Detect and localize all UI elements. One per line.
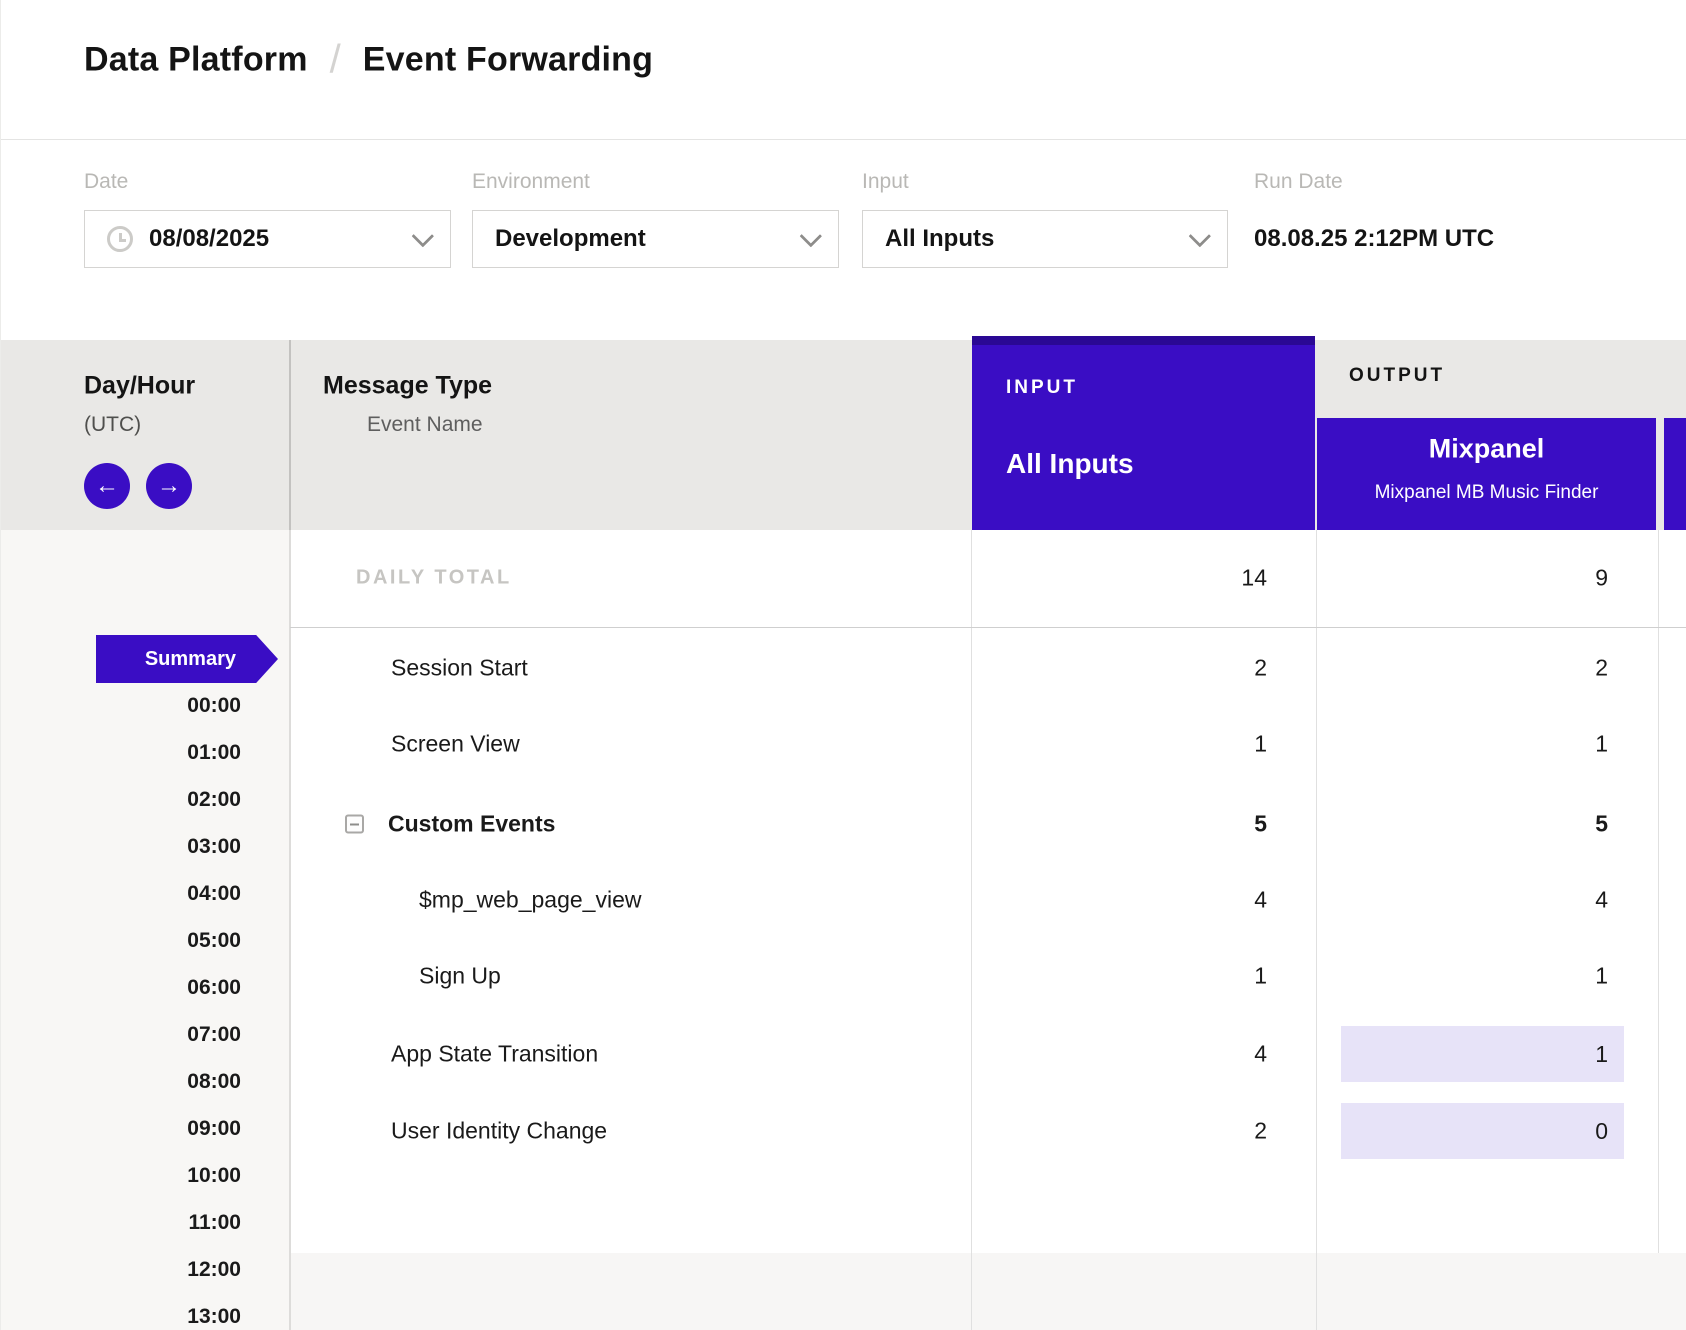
body-column-divider <box>1316 530 1317 1330</box>
summary-badge-label: Summary <box>145 648 236 671</box>
input-count-sign-up: 1 <box>972 963 1267 990</box>
header-column-divider <box>289 340 291 530</box>
output-count-session-start: 2 <box>1317 655 1608 682</box>
message-type-column-title: Message Type <box>323 372 492 401</box>
hour-row-05-00[interactable]: 05:00 <box>1 929 241 953</box>
body-column-divider <box>971 530 972 1330</box>
hour-row-09-00[interactable]: 09:00 <box>1 1117 241 1141</box>
hour-row-01-00[interactable]: 01:00 <box>1 741 241 765</box>
event-row-label-app-state-transition[interactable]: App State Transition <box>391 1041 598 1068</box>
event-row-label-user-identity-change[interactable]: User Identity Change <box>391 1118 607 1145</box>
clock-icon <box>107 226 133 252</box>
daily-total-divider <box>290 627 1686 628</box>
output-highlight-cell-app-state-transition[interactable]: 1 <box>1341 1026 1624 1082</box>
input-count-custom-events: 5 <box>972 811 1267 838</box>
output-section-kicker: OUTPUT <box>1349 365 1445 387</box>
event-row-label-sign-up[interactable]: Sign Up <box>419 963 501 990</box>
hour-row-08-00[interactable]: 08:00 <box>1 1070 241 1094</box>
hour-row-13-00[interactable]: 13:00 <box>1 1305 241 1329</box>
event-row-label-mp-web-page-view[interactable]: $mp_web_page_view <box>419 887 642 914</box>
hour-row-11-00[interactable]: 11:00 <box>1 1211 241 1235</box>
day-hour-column-title: Day/Hour <box>84 372 195 401</box>
next-day-button[interactable]: → <box>146 463 192 509</box>
output-column-subtitle: Mixpanel MB Music Finder <box>1317 482 1656 504</box>
input-count-screen-view: 1 <box>972 731 1267 758</box>
daily-total-label: DAILY TOTAL <box>356 567 512 590</box>
hour-row-10-00[interactable]: 10:00 <box>1 1164 241 1188</box>
chevron-down-icon <box>1189 225 1212 248</box>
output-column-name: Mixpanel <box>1317 434 1656 465</box>
output-count-custom-events: 5 <box>1317 811 1608 838</box>
hour-row-03-00[interactable]: 03:00 <box>1 835 241 859</box>
collapse-minus-checkbox[interactable] <box>345 815 364 834</box>
input-count-mp-web-page-view: 4 <box>972 887 1267 914</box>
daily-total-output-value: 9 <box>1317 565 1608 592</box>
hour-row-02-00[interactable]: 02:00 <box>1 788 241 812</box>
input-column-top-strip <box>972 336 1315 345</box>
breadcrumb: Data Platform / Event Forwarding <box>84 38 653 83</box>
breadcrumb-separator: / <box>330 38 341 83</box>
environment-filter-label: Environment <box>472 170 590 194</box>
input-count-session-start: 2 <box>972 655 1267 682</box>
output-column-header[interactable]: Mixpanel Mixpanel MB Music Finder <box>1317 418 1656 530</box>
body-column-divider <box>289 530 291 1330</box>
hour-row-07-00[interactable]: 07:00 <box>1 1023 241 1047</box>
event-row-label-custom-events[interactable]: Custom Events <box>388 811 555 838</box>
input-value: All Inputs <box>885 225 994 253</box>
event-row-label-screen-view[interactable]: Screen View <box>391 731 520 758</box>
daily-total-input-value: 14 <box>972 565 1267 592</box>
top-bar: Data Platform / Event Forwarding <box>1 0 1686 140</box>
input-section-kicker: INPUT <box>1006 377 1078 399</box>
hour-row-12-00[interactable]: 12:00 <box>1 1258 241 1282</box>
date-value: 08/08/2025 <box>149 225 269 253</box>
input-count-app-state-transition: 4 <box>972 1041 1267 1068</box>
summary-badge[interactable]: Summary <box>96 635 278 683</box>
body-column-divider <box>1658 530 1659 1253</box>
event-forwarding-page: Data Platform / Event Forwarding Date 08… <box>0 0 1686 1330</box>
output-count-sign-up: 1 <box>1317 963 1608 990</box>
prev-day-button[interactable]: ← <box>84 463 130 509</box>
chevron-down-icon <box>800 225 823 248</box>
input-column-name: All Inputs <box>1006 448 1134 480</box>
input-filter-label: Input <box>862 170 909 194</box>
date-select[interactable]: 08/08/2025 <box>84 210 451 268</box>
output-column-header-partial[interactable] <box>1664 418 1686 530</box>
arrow-right-icon: → <box>157 474 181 498</box>
day-hour-column-subtitle: (UTC) <box>84 413 141 437</box>
event-row-label-session-start[interactable]: Session Start <box>391 655 528 682</box>
hour-row-06-00[interactable]: 06:00 <box>1 976 241 1000</box>
table-footer-band <box>290 1253 1686 1330</box>
output-count-screen-view: 1 <box>1317 731 1608 758</box>
run-date-value: 08.08.25 2:12PM UTC <box>1254 225 1494 253</box>
output-count-mp-web-page-view: 4 <box>1317 887 1608 914</box>
environment-select[interactable]: Development <box>472 210 839 268</box>
output-highlight-cell-user-identity-change[interactable]: 0 <box>1341 1103 1624 1159</box>
run-date-label: Run Date <box>1254 170 1343 194</box>
hour-row-00-00[interactable]: 00:00 <box>1 694 241 718</box>
input-column-header[interactable]: INPUT All Inputs <box>972 345 1315 530</box>
hour-row-04-00[interactable]: 04:00 <box>1 882 241 906</box>
chevron-down-icon <box>412 225 435 248</box>
environment-value: Development <box>495 225 646 253</box>
arrow-left-icon: ← <box>95 474 119 498</box>
event-name-column-subtitle: Event Name <box>367 413 483 437</box>
input-count-user-identity-change: 2 <box>972 1118 1267 1145</box>
input-select[interactable]: All Inputs <box>862 210 1228 268</box>
page-title: Event Forwarding <box>363 41 653 80</box>
breadcrumb-section[interactable]: Data Platform <box>84 41 308 80</box>
date-filter-label: Date <box>84 170 128 194</box>
